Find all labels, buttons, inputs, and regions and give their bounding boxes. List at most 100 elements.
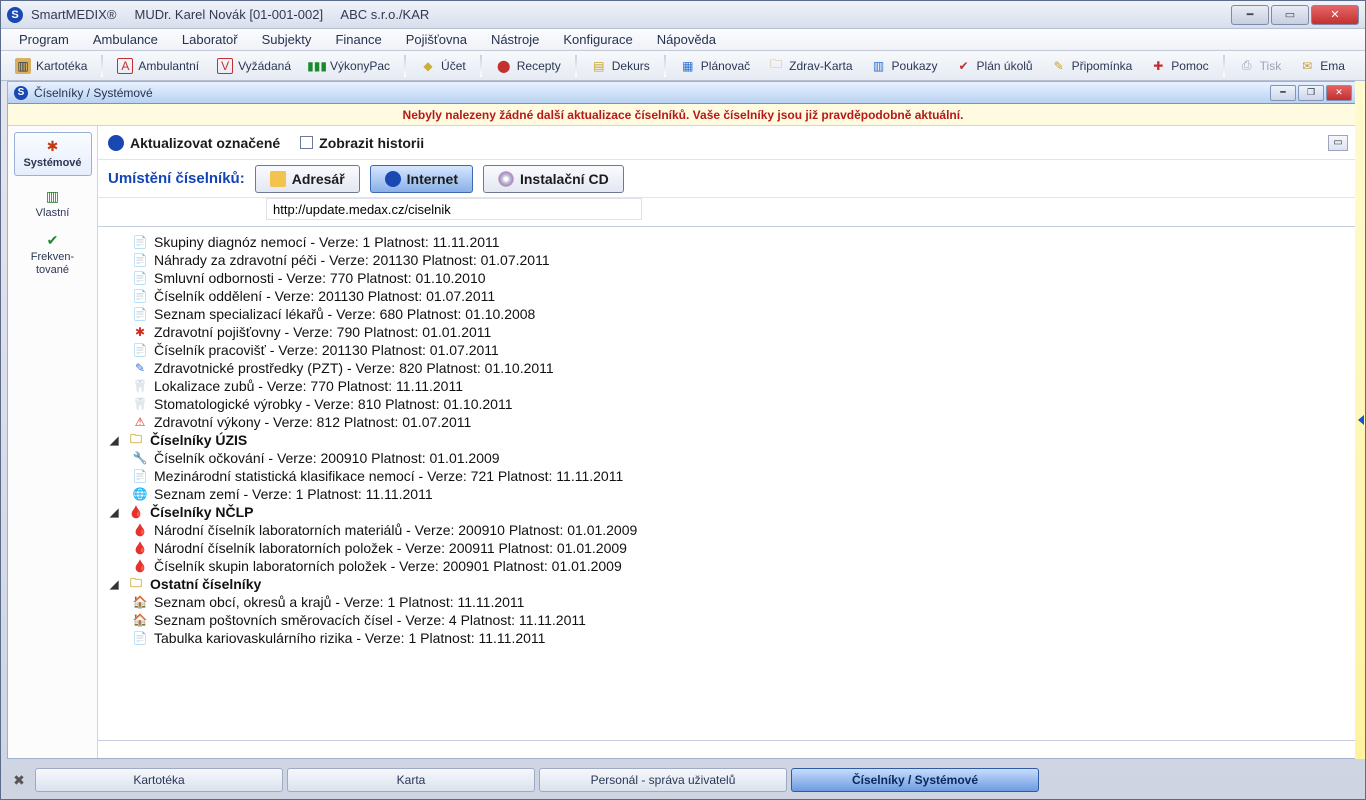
menu-program[interactable]: Program xyxy=(9,30,79,49)
tb-dekurs[interactable]: ▤Dekurs xyxy=(583,53,658,79)
right-collapse-strip[interactable] xyxy=(1355,81,1365,759)
list-item[interactable]: 🩸 Národní číselník laboratorních materiá… xyxy=(102,521,1354,539)
menu-laborator[interactable]: Laboratoř xyxy=(172,30,248,49)
task-ciselniky[interactable]: Číselníky / Systémové xyxy=(791,768,1039,792)
list-item[interactable]: 🦷 Lokalizace zubů - Verze: 770 Platnost:… xyxy=(102,377,1354,395)
list-item[interactable]: ✱ Zdravotní pojišťovny - Verze: 790 Plat… xyxy=(102,323,1354,341)
list-item[interactable]: 📄 Mezinárodní statistická klasifikace ne… xyxy=(102,467,1354,485)
list-item[interactable]: 🏠 Seznam obcí, okresů a krajů - Verze: 1… xyxy=(102,593,1354,611)
cat-vlastni[interactable]: ▥ Vlastní xyxy=(14,182,92,226)
list-item[interactable]: 📄 Náhrady za zdravotní péči - Verze: 201… xyxy=(102,251,1354,269)
list-item[interactable]: 📄 Smluvní odbornosti - Verze: 770 Platno… xyxy=(102,269,1354,287)
list-item[interactable]: ✎ Zdravotnické prostředky (PZT) - Verze:… xyxy=(102,359,1354,377)
list-item[interactable]: 📄 Tabulka kariovaskulárního rizika - Ver… xyxy=(102,629,1354,647)
tree-group-label: Ostatní číselníky xyxy=(150,576,261,592)
list-item[interactable]: 📄 Číselník pracovišť - Verze: 201130 Pla… xyxy=(102,341,1354,359)
tree-group[interactable]: ◢ 🗀 Číselníky ÚZIS xyxy=(102,431,1354,449)
list-item[interactable]: 🔧 Číselník očkování - Verze: 200910 Plat… xyxy=(102,449,1354,467)
list-item-label: Seznam poštovních směrovacích čísel - Ve… xyxy=(154,612,586,628)
doc-icon: 📄 xyxy=(132,630,148,646)
pencil-icon: ✎ xyxy=(132,360,148,376)
panel-toggle-button[interactable]: ▭ xyxy=(1328,135,1348,151)
list-item[interactable]: 📄 Číselník oddělení - Verze: 201130 Plat… xyxy=(102,287,1354,305)
child-titlebar: S Číselníky / Systémové ━ ❐ ✕ xyxy=(8,82,1358,104)
loc-cd-button[interactable]: Instalační CD xyxy=(483,165,624,193)
sheet-icon: ▤ xyxy=(591,58,607,74)
tb-kartoteka[interactable]: ▥Kartotéka xyxy=(7,53,95,79)
pin-icon: ✎ xyxy=(1051,58,1067,74)
own-icon: ▥ xyxy=(46,188,59,205)
tb-planovac[interactable]: ▦Plánovač xyxy=(672,53,758,79)
update-selected-button[interactable]: Aktualizovat označené xyxy=(108,135,280,151)
url-bar xyxy=(98,198,1358,226)
list-item-label: Seznam specializací lékařů - Verze: 680 … xyxy=(154,306,535,322)
tb-ambulantni[interactable]: AAmbulantní xyxy=(109,53,207,79)
task-karta[interactable]: Karta xyxy=(287,768,535,792)
list-item-label: Náhrady za zdravotní péči - Verze: 20113… xyxy=(154,252,550,268)
tb-pripominka[interactable]: ✎Připomínka xyxy=(1043,53,1141,79)
list-item[interactable]: 🦷 Stomatologické výrobky - Verze: 810 Pl… xyxy=(102,395,1354,413)
doc-icon: 📄 xyxy=(132,270,148,286)
list-item-label: Číselník skupin laboratorních položek - … xyxy=(154,558,622,574)
list-item-label: Zdravotnické prostředky (PZT) - Verze: 8… xyxy=(154,360,554,376)
menu-konfigurace[interactable]: Konfigurace xyxy=(553,30,642,49)
tree-group[interactable]: ◢ 🗀 Ostatní číselníky xyxy=(102,575,1354,593)
tb-vykony[interactable]: ▮▮▮VýkonyPac xyxy=(301,53,398,79)
action-bar: Aktualizovat označené Zobrazit historii … xyxy=(98,126,1358,160)
tb-ucet[interactable]: ◆Účet xyxy=(412,53,474,79)
doc-icon: 📄 xyxy=(132,288,148,304)
minimize-button[interactable]: ━ xyxy=(1231,5,1269,25)
list-item[interactable]: 📄 Seznam specializací lékařů - Verze: 68… xyxy=(102,305,1354,323)
checkbox-icon xyxy=(300,136,313,149)
menu-finance[interactable]: Finance xyxy=(325,30,391,49)
tb-recepty[interactable]: ⬤Recepty xyxy=(488,53,569,79)
pin-icon[interactable]: ✖ xyxy=(7,768,31,792)
child-close-button[interactable]: ✕ xyxy=(1326,85,1352,101)
maximize-button[interactable]: ▭ xyxy=(1271,5,1309,25)
window-buttons: ━ ▭ ✕ xyxy=(1229,5,1359,25)
show-history-checkbox[interactable]: Zobrazit historii xyxy=(300,135,424,151)
letter-a-icon: A xyxy=(117,58,133,74)
list-item[interactable]: 🩸 Číselník skupin laboratorních položek … xyxy=(102,557,1354,575)
tb-email[interactable]: ✉Ema xyxy=(1291,53,1353,79)
menu-napoveda[interactable]: Nápověda xyxy=(647,30,726,49)
loc-adresar-button[interactable]: Adresář xyxy=(255,165,360,193)
menu-pojistovna[interactable]: Pojišťovna xyxy=(396,30,477,49)
separator xyxy=(480,55,482,77)
loc-adresar-label: Adresář xyxy=(292,171,345,187)
url-input[interactable] xyxy=(266,198,642,220)
menu-ambulance[interactable]: Ambulance xyxy=(83,30,168,49)
cat-systemove-label: Systémové xyxy=(23,157,81,169)
folder-icon: 🗀 xyxy=(768,58,784,74)
tb-zdravkarta[interactable]: 🗀Zdrav-Karta xyxy=(760,53,860,79)
tb-planukolu[interactable]: ✔Plán úkolů xyxy=(948,53,1041,79)
list-item[interactable]: 📄 Skupiny diagnóz nemocí - Verze: 1 Plat… xyxy=(102,233,1354,251)
separator xyxy=(575,55,577,77)
red-icon: ✱ xyxy=(132,324,148,340)
task-personal[interactable]: Personál - správa uživatelů xyxy=(539,768,787,792)
list-item[interactable]: 🏠 Seznam poštovních směrovacích čísel - … xyxy=(102,611,1354,629)
loc-internet-button[interactable]: Internet xyxy=(370,165,473,193)
tb-pomoc[interactable]: ✚Pomoc xyxy=(1142,53,1216,79)
menubar: Program Ambulance Laboratoř Subjekty Fin… xyxy=(1,29,1365,51)
child-minimize-button[interactable]: ━ xyxy=(1270,85,1296,101)
task-kartoteka[interactable]: Kartotéka xyxy=(35,768,283,792)
tb-vyzadana[interactable]: VVyžádaná xyxy=(209,53,299,79)
category-sidebar: ✱ Systémové ▥ Vlastní ✔ Frekven- tované xyxy=(8,126,98,758)
tree-wrap: 📄 Skupiny diagnóz nemocí - Verze: 1 Plat… xyxy=(98,226,1358,740)
list-item[interactable]: ⚠ Zdravotní výkony - Verze: 812 Platnost… xyxy=(102,413,1354,431)
bottom-spacer xyxy=(98,740,1358,758)
cat-frekventovane[interactable]: ✔ Frekven- tované xyxy=(14,232,92,276)
menu-nastroje[interactable]: Nástroje xyxy=(481,30,549,49)
list-item[interactable]: 🩸 Národní číselník laboratorních položek… xyxy=(102,539,1354,557)
cat-systemove[interactable]: ✱ Systémové xyxy=(14,132,92,176)
tb-poukazy[interactable]: ▥Poukazy xyxy=(863,53,946,79)
separator xyxy=(404,55,406,77)
close-button[interactable]: ✕ xyxy=(1311,5,1359,25)
codebook-tree[interactable]: 📄 Skupiny diagnóz nemocí - Verze: 1 Plat… xyxy=(98,227,1358,740)
child-restore-button[interactable]: ❐ xyxy=(1298,85,1324,101)
tree-group[interactable]: ◢ 🩸 Číselníky NČLP xyxy=(102,503,1354,521)
menu-subjekty[interactable]: Subjekty xyxy=(252,30,322,49)
list-item[interactable]: 🌐 Seznam zemí - Verze: 1 Platnost: 11.11… xyxy=(102,485,1354,503)
globe-icon: 🌐 xyxy=(132,486,148,502)
